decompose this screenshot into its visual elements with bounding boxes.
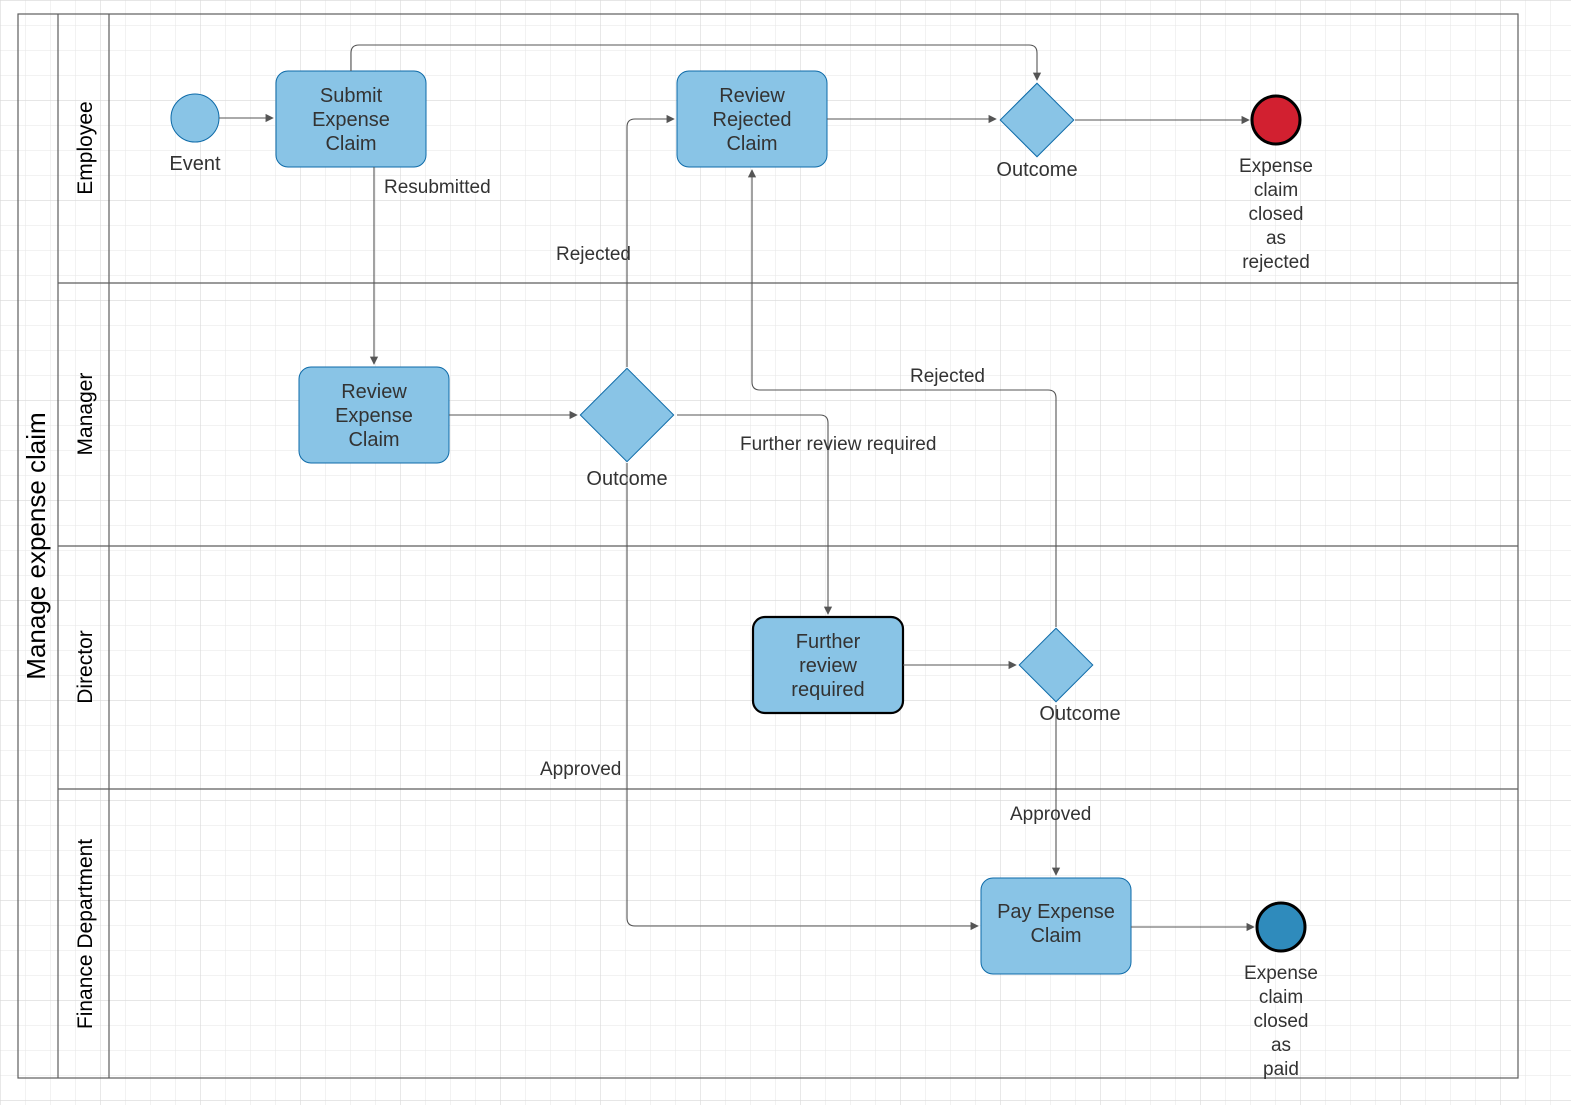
svg-text:Expense: Expense (1244, 963, 1318, 984)
svg-text:Rejected: Rejected (713, 109, 792, 131)
svg-text:Claim: Claim (325, 133, 376, 155)
start-event-label: Event (169, 153, 221, 175)
svg-text:required: required (791, 679, 864, 701)
flow-mgr-rejected (627, 119, 674, 367)
svg-text:Claim: Claim (726, 133, 777, 155)
lane-label-finance: Finance Department (74, 839, 97, 1029)
task-review-rejected-claim[interactable]: Review Rejected Claim (677, 71, 827, 167)
gateway-director-outcome[interactable]: Outcome (1019, 628, 1120, 725)
svg-text:as: as (1266, 228, 1286, 249)
svg-text:Review: Review (719, 85, 785, 107)
svg-text:Expense: Expense (312, 109, 390, 131)
svg-text:Submit: Submit (320, 85, 383, 107)
task-further-review[interactable]: Further review required (753, 617, 903, 713)
svg-text:claim: claim (1259, 987, 1303, 1008)
lane-label-manager: Manager (74, 373, 97, 456)
task-review-expense-claim[interactable]: Review Expense Claim (299, 367, 449, 463)
end-event-rejected[interactable]: Expense claim closed as rejected (1239, 96, 1313, 273)
svg-text:as: as (1271, 1035, 1291, 1056)
svg-text:rejected: rejected (1242, 252, 1310, 273)
label-approved-1: Approved (540, 759, 621, 780)
svg-text:paid: paid (1263, 1059, 1299, 1080)
svg-text:Claim: Claim (348, 429, 399, 451)
lane-label-employee: Employee (74, 101, 97, 194)
svg-text:Claim: Claim (1030, 925, 1081, 947)
gateway-director-outcome-label: Outcome (1039, 703, 1120, 725)
svg-text:claim: claim (1254, 180, 1298, 201)
svg-text:Further: Further (796, 631, 861, 653)
flow-dir-rejected (752, 170, 1056, 627)
task-pay-expense-claim[interactable]: Pay Expense Claim (981, 878, 1131, 974)
svg-text:closed: closed (1249, 204, 1304, 225)
label-rejected-2: Rejected (910, 366, 985, 387)
gateway-employee-outcome-label: Outcome (996, 159, 1077, 181)
label-rejected-1: Rejected (556, 244, 631, 265)
svg-text:Expense: Expense (335, 405, 413, 427)
bpmn-diagram: Manage expense claim Employee Manager Di… (0, 0, 1571, 1105)
svg-text:Pay Expense: Pay Expense (997, 901, 1115, 923)
svg-text:Expense: Expense (1239, 156, 1313, 177)
start-event[interactable]: Event (169, 94, 221, 175)
gateway-employee-outcome[interactable]: Outcome (996, 83, 1077, 181)
label-resubmitted: Resubmitted (384, 177, 491, 198)
end-event-paid[interactable]: Expense claim closed as paid (1244, 903, 1318, 1080)
svg-text:Review: Review (341, 381, 407, 403)
label-further-review: Further review required (740, 434, 936, 455)
lane-label-director: Director (74, 630, 97, 704)
pool-title: Manage expense claim (21, 412, 51, 679)
label-approved-2: Approved (1010, 804, 1091, 825)
svg-text:closed: closed (1254, 1011, 1309, 1032)
task-submit-expense-claim[interactable]: Submit Expense Claim (276, 71, 426, 167)
svg-text:review: review (799, 655, 857, 677)
